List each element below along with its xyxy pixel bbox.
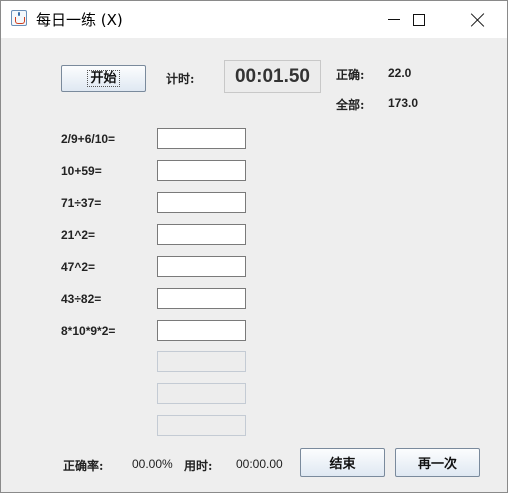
try-again-button-label: 再一次 xyxy=(417,457,457,472)
answer-input-4[interactable] xyxy=(157,224,246,245)
app-window: 每日一练 (X) 开始 计时: 00:01.50 正确: 22.0 全部: 17… xyxy=(0,0,508,493)
question-label: 43÷82= xyxy=(61,292,102,306)
end-button-label: 结束 xyxy=(329,457,356,472)
correct-value: 22.0 xyxy=(388,66,412,80)
question-label: 21^2= xyxy=(61,228,96,242)
accuracy-label: 正确率: xyxy=(63,459,104,473)
start-button-label: 开始 xyxy=(87,70,120,87)
window-title: 每日一练 (X) xyxy=(36,11,123,29)
question-label: 2/9+6/10= xyxy=(61,132,116,146)
start-button[interactable]: 开始 xyxy=(61,65,146,92)
question-label: 8*10*9*2= xyxy=(61,324,116,338)
timer-display: 00:01.50 xyxy=(224,60,321,93)
answer-input-disabled xyxy=(157,415,246,436)
answer-input-disabled xyxy=(157,351,246,372)
answer-input-7[interactable] xyxy=(157,320,246,341)
answer-input-3[interactable] xyxy=(157,192,246,213)
java-cup-icon xyxy=(11,10,27,26)
try-again-button[interactable]: 再一次 xyxy=(395,448,480,477)
correct-label: 正确: xyxy=(336,68,365,82)
close-button[interactable] xyxy=(455,1,501,38)
answer-input-5[interactable] xyxy=(157,256,246,277)
answer-input-1[interactable] xyxy=(157,128,246,149)
close-icon xyxy=(471,13,485,27)
title-bar[interactable]: 每日一练 (X) xyxy=(1,1,507,38)
accuracy-value: 00.00% xyxy=(132,457,173,471)
answer-input-2[interactable] xyxy=(157,160,246,181)
end-button[interactable]: 结束 xyxy=(300,448,385,477)
total-label: 全部: xyxy=(336,98,365,112)
elapsed-time-value: 00:00.00 xyxy=(236,457,283,471)
maximize-icon xyxy=(413,13,425,26)
total-value: 173.0 xyxy=(388,96,419,110)
question-label: 47^2= xyxy=(61,260,96,274)
elapsed-time-label: 用时: xyxy=(184,459,213,473)
question-label: 71÷37= xyxy=(61,196,102,210)
answer-input-disabled xyxy=(157,383,246,404)
answer-input-6[interactable] xyxy=(157,288,246,309)
timer-label: 计时: xyxy=(166,72,195,86)
question-label: 10+59= xyxy=(61,164,102,178)
maximize-button[interactable] xyxy=(396,1,442,38)
